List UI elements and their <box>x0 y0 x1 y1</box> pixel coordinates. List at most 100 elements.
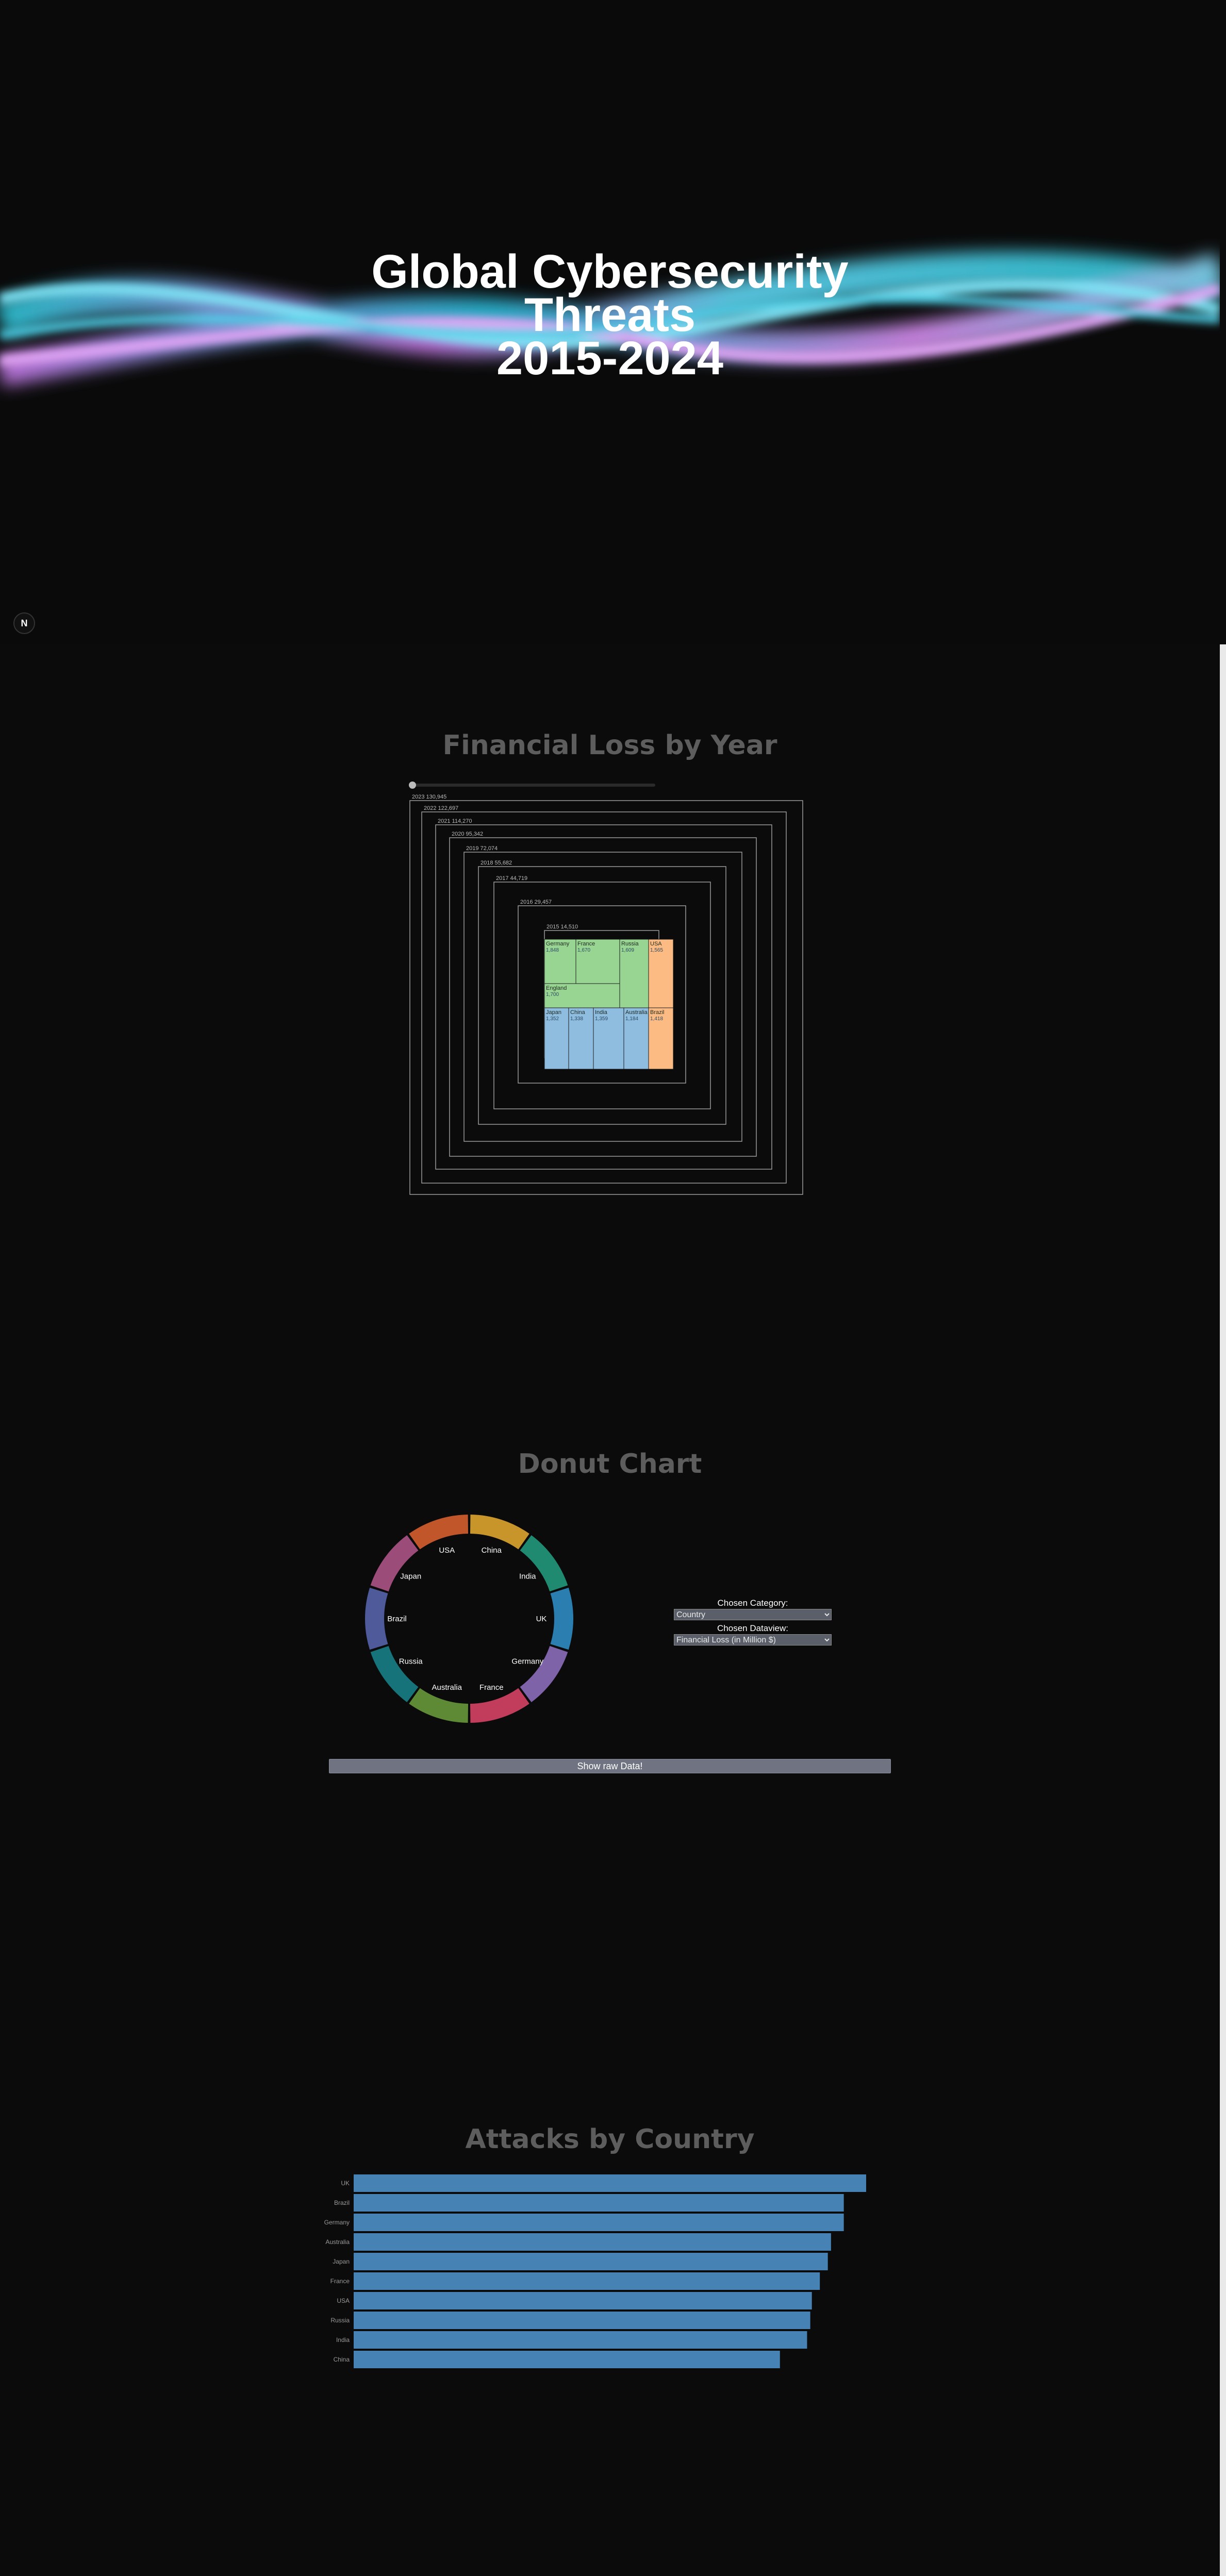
treemap-year-label: 2020 95,342 <box>452 831 483 837</box>
treemap-year-label: 2019 72,074 <box>466 845 498 852</box>
donut-label: India <box>519 1572 536 1581</box>
donut-title: Donut Chart <box>518 1449 702 1480</box>
treemap-cell-name: Russia <box>621 941 639 947</box>
hero-title: Global Cybersecurity Threats 2015-2024 <box>0 245 1220 385</box>
bar-label: Brazil <box>334 2199 350 2206</box>
treemap-cell-name: Japan <box>546 1009 561 1016</box>
bar-label: Russia <box>330 2317 350 2324</box>
treemap-cell-name: Australia <box>625 1009 648 1016</box>
treemap-cell-value: 1,418 <box>650 1016 663 1022</box>
hero-title-line-1: Global Cybersecurity <box>371 245 849 298</box>
bar[interactable] <box>354 2272 820 2290</box>
financial-loss-treemap[interactable]: 2023 130,945 2022 122,697 2021 114,270 2020… <box>407 791 809 1204</box>
treemap-cell-name: Germany <box>546 941 570 947</box>
donut-label: UK <box>536 1615 547 1623</box>
treemap-cell-value: 1,609 <box>621 948 634 953</box>
bar-label: China <box>334 2356 350 2363</box>
donut-segment[interactable] <box>409 1515 469 1550</box>
bar-label: France <box>330 2278 350 2285</box>
treemap-cell[interactable]: Australia1,184 <box>623 1007 649 1070</box>
treemap-year-label: 2022 122,697 <box>424 805 458 811</box>
treemap-year-label: 2015 14,510 <box>546 924 578 930</box>
treemap-cell-value: 1,184 <box>625 1016 638 1022</box>
bar-label: Japan <box>333 2258 350 2265</box>
donut-segment[interactable] <box>550 1587 573 1650</box>
treemap-cell-name: China <box>570 1009 586 1016</box>
donut-segment[interactable] <box>370 1535 419 1592</box>
bar[interactable] <box>354 2292 812 2309</box>
treemap-cell-name: France <box>577 941 595 947</box>
treemap-cell-value: 1,338 <box>570 1016 583 1022</box>
treemap-cell[interactable]: Brazil1,418 <box>648 1007 674 1070</box>
hero-title-line-3: 2015-2024 <box>496 332 723 385</box>
bar-label: UK <box>341 2180 350 2187</box>
treemap-cell[interactable]: Germany1,848 <box>544 939 576 984</box>
bar-label: India <box>336 2336 350 2344</box>
donut-segment[interactable] <box>370 1646 419 1702</box>
treemap-cell[interactable]: England1,700 <box>544 983 620 1008</box>
donut-segment[interactable] <box>470 1688 529 1723</box>
treemap-cell-name: England <box>546 985 567 991</box>
bar[interactable] <box>354 2233 831 2251</box>
donut-label: Germany <box>511 1657 543 1666</box>
dataview-label: Chosen Dataview: <box>717 1623 788 1633</box>
treemap-year-label: 2017 44,719 <box>496 875 527 882</box>
bar[interactable] <box>354 2214 844 2231</box>
year-slider[interactable] <box>409 782 655 789</box>
treemap-cell[interactable]: China1,338 <box>568 1007 594 1070</box>
treemap-cell-name: Brazil <box>650 1009 665 1016</box>
treemap-cell-name: USA <box>650 941 662 947</box>
treemap-cell-value: 1,700 <box>546 992 559 998</box>
donut-label: Japan <box>400 1572 421 1581</box>
bar-label: USA <box>337 2297 350 2304</box>
donut-segment[interactable] <box>520 1646 568 1702</box>
treemap-year-label: 2021 114,270 <box>438 818 472 824</box>
treemap-cell-name: India <box>595 1009 608 1016</box>
dataview-select[interactable]: Financial Loss (in Million $) <box>674 1634 832 1646</box>
treemap-cell[interactable]: Japan1,352 <box>544 1007 569 1070</box>
donut-segment[interactable] <box>520 1535 568 1592</box>
treemap-year-label: 2016 29,457 <box>520 899 552 905</box>
bar[interactable] <box>354 2194 844 2212</box>
year-slider-track <box>409 784 655 787</box>
donut-segment[interactable] <box>365 1587 388 1650</box>
attacks-bar-chart[interactable]: UK Brazil Germany Australia Japan France USA Ru… <box>320 2165 887 2371</box>
treemap-cell-value: 1,565 <box>650 948 663 953</box>
treemap-cell-value: 1,670 <box>577 948 590 953</box>
donut-chart[interactable]: China India UK Germany France Australia Russia… <box>356 1505 583 1732</box>
treemap-cell-value: 1,848 <box>546 948 559 953</box>
treemap-cell-value: 1,352 <box>546 1016 559 1022</box>
treemap-cell[interactable]: USA1,565 <box>648 939 674 1008</box>
treemap-year-label: 2023 130,945 <box>412 794 446 800</box>
bar-label: Australia <box>325 2238 350 2246</box>
category-label: Chosen Category: <box>717 1598 788 1608</box>
show-raw-data-button[interactable]: Show raw Data! <box>329 1759 891 1773</box>
bar[interactable] <box>354 2331 807 2349</box>
treemap-title: Financial Loss by Year <box>442 730 777 761</box>
bar[interactable] <box>354 2253 828 2270</box>
category-select[interactable]: Country <box>674 1609 832 1620</box>
donut-label: USA <box>439 1546 455 1555</box>
bar-label: Germany <box>324 2219 350 2226</box>
bar[interactable] <box>354 2351 780 2368</box>
donut-segment[interactable] <box>409 1688 469 1723</box>
bar[interactable] <box>354 2312 810 2329</box>
treemap-cell[interactable]: Russia1,609 <box>619 939 649 1008</box>
year-slider-thumb[interactable] <box>409 782 416 789</box>
donut-label: China <box>482 1546 502 1555</box>
bar-chart-title: Attacks by Country <box>465 2124 755 2155</box>
donut-label: Brazil <box>387 1615 407 1623</box>
treemap-year-label: 2018 55,682 <box>481 860 512 866</box>
donut-segment[interactable] <box>470 1515 529 1550</box>
donut-label: France <box>479 1683 504 1692</box>
page-scrollbar[interactable] <box>1220 644 1226 2576</box>
treemap-cell[interactable]: France1,670 <box>575 939 620 984</box>
nav-badge-button[interactable]: N <box>13 612 35 634</box>
donut-label: Russia <box>399 1657 423 1666</box>
hero-banner: Global Cybersecurity Threats 2015-2024 N <box>0 0 1220 644</box>
bar[interactable] <box>354 2174 866 2192</box>
hero-title-line-2: Threats <box>524 289 696 341</box>
donut-controls: Chosen Category: Country Chosen Dataview… <box>670 1598 835 1649</box>
treemap-cell[interactable]: India1,359 <box>593 1007 624 1070</box>
donut-label: Australia <box>432 1683 462 1692</box>
